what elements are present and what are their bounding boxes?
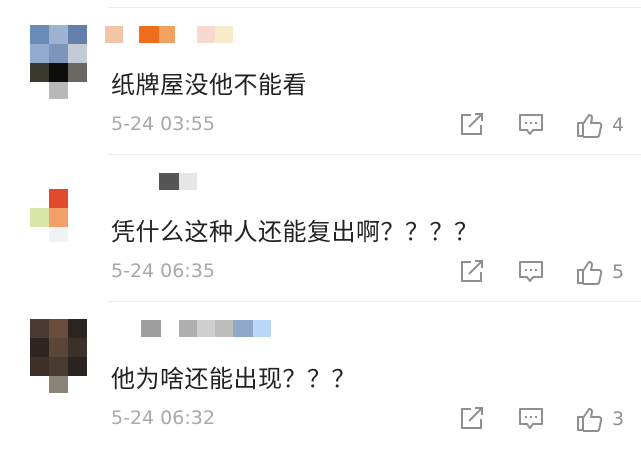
share-icon [461,260,483,282]
share-button[interactable] [459,111,485,139]
share-icon [461,113,483,135]
comment-time: 5-24 06:32 [111,407,215,429]
avatar[interactable] [30,319,87,399]
like-count: 5 [612,261,625,283]
username-blurred[interactable] [159,173,199,190]
comment-item: 纸牌屋没他不能看 5-24 03:55 4 [0,8,641,155]
share-button[interactable] [459,258,485,286]
comment-time: 5-24 06:35 [111,260,215,282]
comment-text: 纸牌屋没他不能看 [111,71,307,99]
username-blurred[interactable] [141,320,271,337]
comment-icon [519,408,543,429]
comment-text: 他为啥还能出现？？？ [111,365,356,393]
like-button[interactable]: 3 [576,405,624,433]
comment-item: 他为啥还能出现？？？ 5-24 06:32 3 [0,302,641,449]
like-button[interactable]: 5 [576,258,624,286]
comment-button[interactable] [518,405,544,433]
avatar[interactable] [30,25,87,105]
comment-button[interactable] [518,258,544,286]
share-button[interactable] [459,405,485,433]
thumbs-up-icon [577,114,603,138]
avatar[interactable] [30,170,87,250]
comment-button[interactable] [518,111,544,139]
thumbs-up-icon [577,408,603,432]
comment-time: 5-24 03:55 [111,113,215,135]
like-count: 3 [612,408,625,430]
comment-item: 凭什么这种人还能复出啊？？？？ 5-24 06:35 5 [0,155,641,302]
comment-icon [519,114,543,135]
thumbs-up-icon [577,261,603,285]
like-count: 4 [612,114,625,136]
username-blurred[interactable] [105,26,235,43]
comment-text: 凭什么这种人还能复出啊？？？？ [111,218,479,246]
share-icon [461,407,483,429]
comment-icon [519,261,543,282]
like-button[interactable]: 4 [576,111,624,139]
